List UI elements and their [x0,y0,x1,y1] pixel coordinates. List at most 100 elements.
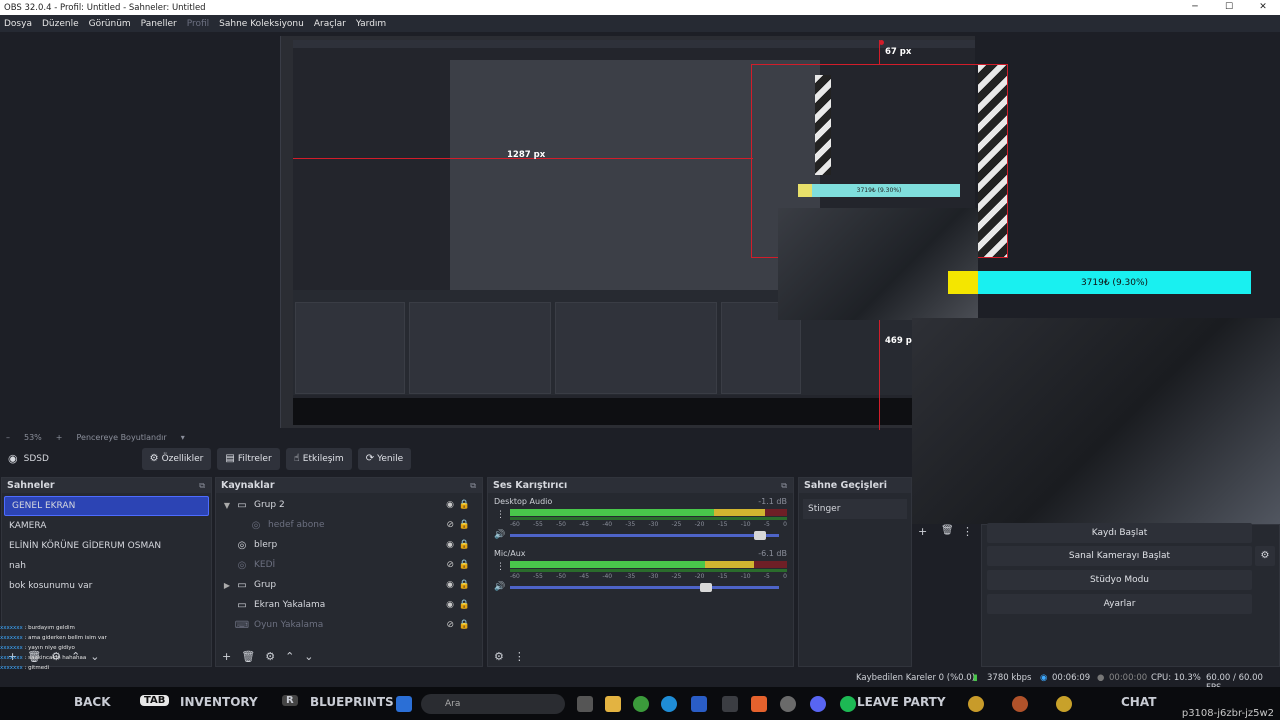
float-icon[interactable]: ⧉ [470,481,476,491]
maximize-button[interactable]: ☐ [1212,0,1246,15]
lock-icon[interactable]: 🔒 [459,620,470,630]
move-down-button[interactable]: ⌄ [304,650,313,663]
channel-menu-icon[interactable]: ⋮ [496,562,505,572]
speaker-icon[interactable]: 🔊 [494,582,510,592]
source-item[interactable]: ◎ blerp ◉ 🔒 [216,535,482,555]
spotify-icon[interactable] [840,696,856,712]
transition-select[interactable]: Stinger [803,499,907,519]
float-icon[interactable]: ⧉ [199,481,205,491]
chrome-icon[interactable] [633,696,649,712]
lock-icon[interactable]: 🔒 [459,520,470,530]
move-up-button[interactable]: ⌃ [285,650,294,663]
source-item[interactable]: ⌨ Oyun Yakalama ⊘ 🔒 [216,615,482,635]
menu-file[interactable]: Dosya [4,19,32,29]
source-item[interactable]: ▭ Ekran Yakalama ◉ 🔒 [216,595,482,615]
visibility-eye-icon[interactable]: ⊘ [446,520,454,530]
transition-menu-button[interactable]: ⋮ [962,525,973,538]
settings-button[interactable]: Ayarlar [987,594,1252,614]
visibility-eye-icon[interactable]: ⊘ [446,620,454,630]
scene-item[interactable]: bok kosunumu var [2,576,211,596]
app-icon[interactable] [691,696,707,712]
webcam-source-large [912,318,1280,524]
expand-icon[interactable]: ▼ [220,501,234,510]
virtual-camera-button[interactable]: Sanal Kamerayı Başlat [987,546,1252,566]
zoom-level[interactable]: 53% [24,433,42,442]
volume-slider[interactable] [510,582,779,592]
transition-remove-button[interactable]: 🗑 [941,525,954,536]
volume-slider[interactable] [510,530,779,540]
visibility-eye-icon[interactable]: ⊘ [446,560,454,570]
donation-bar-yellow [948,271,978,294]
status-bar: Kaybedilen Kareler 0 (%0.0) ▮ 3780 kbps … [0,670,1280,693]
menu-edit[interactable]: Düzenle [42,19,79,29]
record-button[interactable]: Kaydı Başlat [987,523,1252,543]
menu-help[interactable]: Yardım [356,19,386,29]
refresh-button[interactable]: ⟳ Yenile [357,447,412,470]
taskbar-search[interactable]: Ara [421,694,565,714]
volume-slider-knob[interactable] [700,582,713,592]
menu-docks[interactable]: Paneller [141,19,177,29]
discord-icon[interactable] [810,696,826,712]
properties-button[interactable]: ⚙ Özellikler [141,447,212,470]
edge-icon[interactable] [661,696,677,712]
source-label: Grup 2 [254,500,285,510]
volume-slider-knob[interactable] [754,530,767,540]
meter-tick-label: -5 [763,521,770,528]
lock-icon[interactable]: 🔒 [459,540,470,550]
mixer-channels: Desktop Audio -1.1 dB ⋮ -60 -55 -50 -45 -40 -35-… [488,493,793,597]
file-explorer-icon[interactable] [605,696,621,712]
source-item[interactable]: ▶ ▭ Grup ◉ 🔒 [216,575,482,595]
mixer-menu-button[interactable]: ⋮ [514,650,525,663]
float-icon[interactable]: ⧉ [781,481,787,491]
scene-item[interactable]: nah [2,556,211,576]
obs-icon[interactable] [722,696,738,712]
lock-icon[interactable]: 🔒 [459,580,470,590]
cpu-usage: CPU: 10.3% [1151,673,1201,683]
lock-icon[interactable]: 🔒 [459,560,470,570]
source-properties-button[interactable]: ⚙ [265,650,275,663]
scene-item[interactable]: ELİNİN KÖRÜNE GİDERUM OSMAN [2,536,211,556]
menu-scene-collection[interactable]: Sahne Koleksiyonu [219,19,304,29]
studio-mode-button[interactable]: Stüdyo Modu [987,570,1252,590]
channel-menu-icon[interactable]: ⋮ [496,510,505,520]
mixer-settings-button[interactable]: ⚙ [494,650,504,663]
visibility-eye-icon[interactable]: ◉ [446,500,454,510]
close-button[interactable]: ✕ [1246,0,1280,15]
scene-item[interactable]: KAMERA [2,516,211,536]
lock-icon[interactable]: 🔒 [459,500,470,510]
visibility-eye-icon[interactable]: ◉ [446,540,454,550]
nested-sources-dock [409,302,551,394]
source-item[interactable]: ▼ ▭ Grup 2 ◉ 🔒 [216,495,482,515]
menu-view[interactable]: Görünüm [89,19,131,29]
speaker-icon[interactable]: 🔊 [494,530,510,540]
menu-tools[interactable]: Araçlar [314,19,346,29]
transitions-dock: Sahne Geçişleri Stinger [798,477,912,667]
task-view-icon[interactable] [577,696,593,712]
lock-icon[interactable]: 🔒 [459,600,470,610]
meter-tick-label: -25 [671,573,682,580]
minimize-button[interactable]: ─ [1178,0,1212,15]
obs-studio-icon[interactable] [780,696,796,712]
remove-source-button[interactable]: 🗑 [241,650,255,663]
selection-handle[interactable] [879,40,884,45]
visibility-eye-icon[interactable]: ◉ [446,580,454,590]
source-item[interactable]: ◎ KEDİ ⊘ 🔒 [216,555,482,575]
fit-to-window[interactable]: Pencereye Boyutlandır [76,433,166,442]
add-source-button[interactable]: + [222,650,231,663]
chat-user: xxxxxxx [0,635,23,641]
windows-start-icon[interactable] [396,696,412,712]
virtual-camera-gear-icon[interactable]: ⚙ [1255,546,1275,566]
visibility-eye-icon[interactable]: ◉ [446,600,454,610]
menu-profile[interactable]: Profil [187,19,209,29]
expand-icon[interactable]: ▶ [220,581,234,590]
scene-item[interactable]: GENEL EKRAN [4,496,209,516]
zoom-out-icon[interactable]: – [6,433,10,442]
interact-button[interactable]: ☝ Etkileşim [285,447,352,470]
sources-title: Kaynaklar [221,480,275,491]
transition-add-button[interactable]: + [918,525,927,538]
app-icon[interactable] [751,696,767,712]
chevron-down-icon[interactable]: ▾ [181,433,185,442]
source-item[interactable]: ◎ hedef abone ⊘ 🔒 [216,515,482,535]
filters-button[interactable]: ▤ Filtreler [217,447,280,470]
zoom-in-icon[interactable]: + [56,433,63,442]
